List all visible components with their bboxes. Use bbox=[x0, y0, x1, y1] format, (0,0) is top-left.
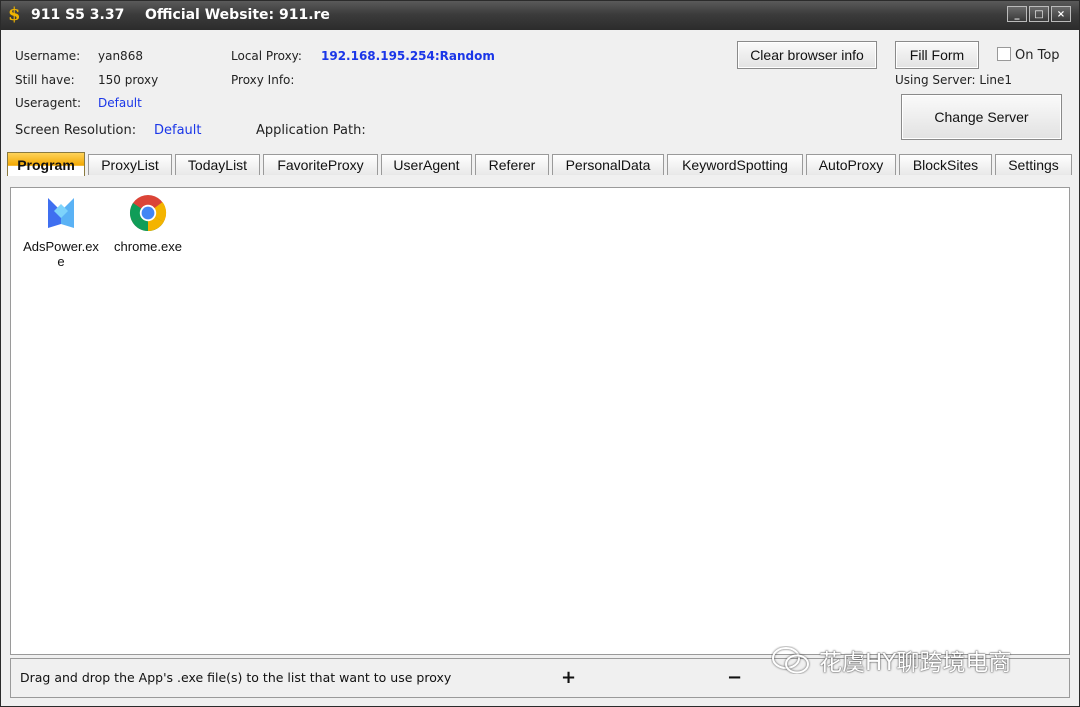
tab-program[interactable]: Program bbox=[7, 152, 85, 176]
tab-blocksites[interactable]: BlockSites bbox=[899, 154, 992, 175]
program-label: chrome.exe bbox=[114, 239, 182, 254]
tab-settings[interactable]: Settings bbox=[995, 154, 1072, 175]
proxy-info-label: Proxy Info: bbox=[231, 73, 295, 87]
add-program-button[interactable]: + bbox=[561, 667, 576, 688]
program-item-chrome[interactable]: chrome.exe bbox=[108, 194, 188, 254]
drag-drop-hint: Drag and drop the App's .exe file(s) to … bbox=[20, 670, 452, 685]
clear-browser-info-button[interactable]: Clear browser info bbox=[737, 41, 877, 69]
tab-proxylist[interactable]: ProxyList bbox=[88, 154, 172, 175]
official-website: Official Website: 911.re bbox=[145, 7, 330, 23]
username-label: Username: bbox=[15, 49, 81, 63]
useragent-value[interactable]: Default bbox=[98, 96, 142, 110]
fill-form-button[interactable]: Fill Form bbox=[895, 41, 979, 69]
wechat-icon bbox=[772, 647, 809, 674]
useragent-label: Useragent: bbox=[15, 96, 82, 110]
using-server-label: Using Server: Line1 bbox=[895, 73, 1013, 87]
screen-resolution-value[interactable]: Default bbox=[154, 123, 202, 138]
change-server-button[interactable]: Change Server bbox=[901, 94, 1062, 140]
dollar-logo-icon: $ bbox=[8, 4, 21, 25]
tab-referer[interactable]: Referer bbox=[475, 154, 549, 175]
app-window: $ 911 S5 3.37 Official Website: 911.re _… bbox=[0, 0, 1080, 707]
local-proxy-label: Local Proxy: bbox=[231, 49, 302, 63]
tab-keywordspotting[interactable]: KeywordSpotting bbox=[667, 154, 803, 175]
tab-autoproxy[interactable]: AutoProxy bbox=[806, 154, 896, 175]
maximize-button[interactable]: □ bbox=[1029, 6, 1049, 22]
tab-favoriteproxy[interactable]: FavoriteProxy bbox=[263, 154, 378, 175]
application-path-label: Application Path: bbox=[256, 123, 366, 138]
still-have-label: Still have: bbox=[15, 73, 75, 87]
program-label: AdsPower.exe bbox=[23, 239, 99, 269]
program-item-adspower[interactable]: AdsPower.exe bbox=[21, 194, 101, 269]
watermark: 花虞HY聊跨境电商 bbox=[771, 643, 1011, 677]
watermark-text: 花虞HY聊跨境电商 bbox=[819, 650, 1012, 676]
on-top-checkbox[interactable] bbox=[997, 47, 1011, 61]
chrome-icon bbox=[129, 195, 167, 232]
adspower-icon bbox=[48, 198, 74, 228]
remove-program-button[interactable]: − bbox=[727, 667, 742, 688]
close-button[interactable]: × bbox=[1051, 6, 1071, 22]
tab-useragent[interactable]: UserAgent bbox=[381, 154, 472, 175]
minimize-button[interactable]: _ bbox=[1007, 6, 1027, 22]
still-have-value: 150 proxy bbox=[98, 73, 159, 87]
program-list-panel[interactable]: AdsPower.exe chrome.exe bbox=[10, 187, 1070, 655]
on-top-label: On Top bbox=[1015, 48, 1060, 63]
window-controls: _ □ × bbox=[1007, 6, 1071, 22]
app-title: 911 S5 3.37 bbox=[31, 7, 125, 23]
tab-personaldata[interactable]: PersonalData bbox=[552, 154, 664, 175]
local-proxy-value: 192.168.195.254:Random bbox=[321, 49, 495, 63]
tab-todaylist[interactable]: TodayList bbox=[175, 154, 260, 175]
screen-resolution-label: Screen Resolution: bbox=[15, 123, 137, 138]
title-bar[interactable]: $ 911 S5 3.37 Official Website: 911.re _… bbox=[1, 1, 1079, 30]
username-value: yan868 bbox=[98, 49, 143, 63]
